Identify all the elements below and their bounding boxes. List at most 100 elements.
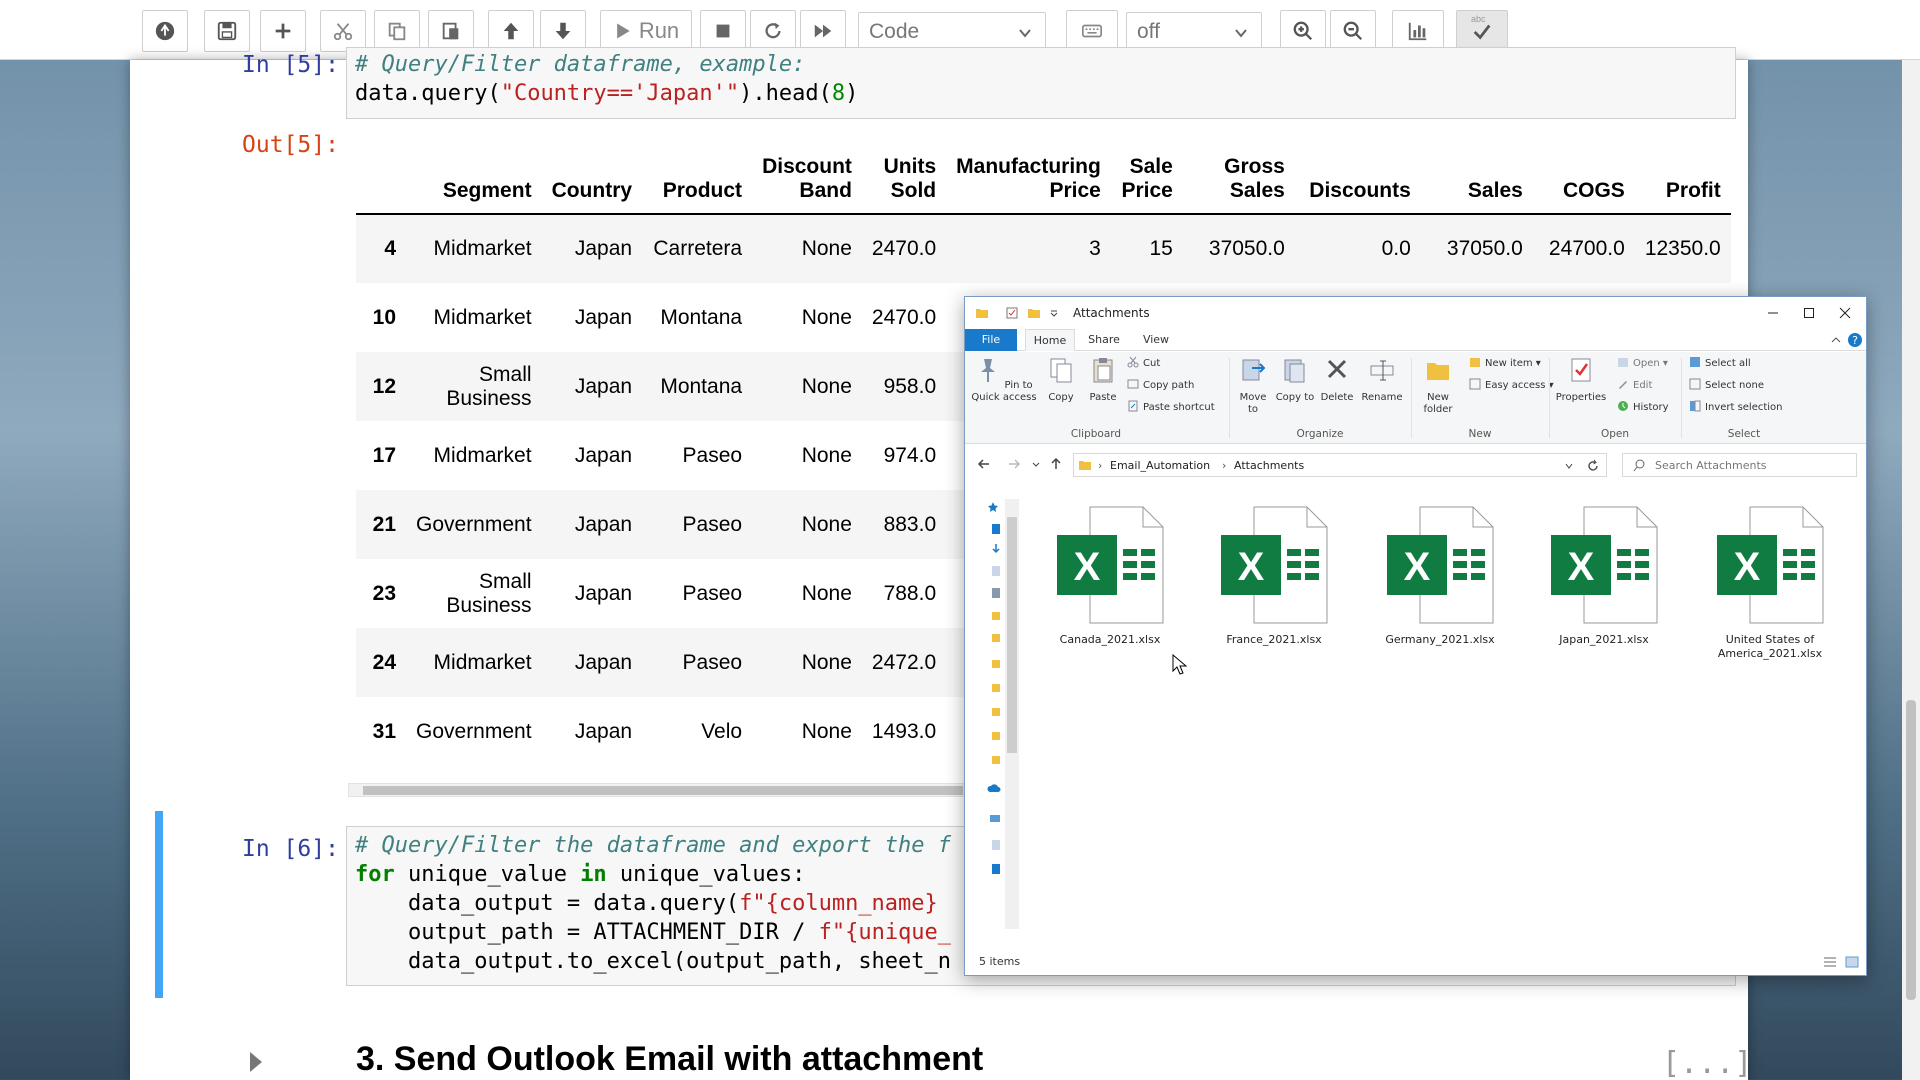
new-folder-button[interactable]: New folder	[1415, 356, 1461, 416]
chevron-up-icon[interactable]	[1831, 335, 1841, 345]
pin-quick-access-button[interactable]: Pin to Quick access	[969, 356, 1039, 404]
output-horizontal-scrollbar[interactable]	[348, 783, 968, 797]
column-header: Segment	[406, 155, 542, 214]
close-button[interactable]	[1827, 301, 1863, 325]
recent-locations-button[interactable]	[1031, 457, 1041, 475]
forward-button[interactable]	[1007, 457, 1021, 475]
page-scrollbar[interactable]	[1902, 60, 1920, 1080]
properties-quick-icon[interactable]	[1005, 306, 1019, 320]
zoom-in-button[interactable]	[1280, 10, 1326, 52]
customize-toolbar-icon[interactable]	[1049, 308, 1059, 318]
breadcrumb-email-automation[interactable]: Email_Automation	[1110, 459, 1210, 472]
search-input[interactable]: Search Attachments	[1622, 453, 1857, 477]
copy-path-button[interactable]: Copy path	[1127, 378, 1194, 394]
copy-icon	[388, 22, 406, 41]
move-to-button[interactable]: Move to	[1233, 356, 1273, 416]
downloads-icon[interactable]	[991, 543, 1001, 555]
insert-cell-button[interactable]	[260, 10, 306, 52]
cut-button[interactable]: Cut	[1127, 356, 1160, 372]
history-button[interactable]: History	[1617, 400, 1669, 416]
invert-selection-button[interactable]: Invert selection	[1689, 400, 1783, 416]
file-item[interactable]: X Japan_2021.xlsx	[1529, 505, 1679, 647]
output-scrollbar-thumb[interactable]	[363, 786, 963, 795]
quick-access-star-icon[interactable]	[987, 501, 999, 513]
cell-type-select[interactable]: Code	[858, 12, 1046, 52]
table-cell: Japan	[574, 443, 633, 467]
zoom-out-button[interactable]	[1330, 10, 1376, 52]
copy-cell-button[interactable]	[374, 10, 420, 52]
address-input[interactable]: › Email_Automation › Attachments	[1073, 453, 1607, 477]
collapse-heading-icon[interactable]	[250, 1052, 262, 1072]
file-item[interactable]: X Germany_2021.xlsx	[1365, 505, 1515, 647]
paste-shortcut-button[interactable]: Paste shortcut	[1127, 400, 1215, 416]
edit-label: Edit	[1633, 380, 1653, 391]
easy-access-button[interactable]: Easy access ▾	[1469, 378, 1554, 394]
nav-pane-scrollbar-thumb[interactable]	[1007, 517, 1017, 753]
maximize-button[interactable]	[1791, 301, 1827, 325]
navigation-pane[interactable]	[965, 487, 1020, 945]
new-folder-quick-icon[interactable]	[1027, 306, 1041, 320]
back-button[interactable]	[977, 457, 991, 475]
edit-button[interactable]: Edit	[1617, 378, 1652, 394]
help-icon[interactable]: ?	[1847, 332, 1863, 348]
open-button[interactable]: Open ▾	[1617, 356, 1668, 372]
folder-icon[interactable]	[991, 609, 1001, 621]
rename-button[interactable]: Rename	[1359, 356, 1405, 404]
file-item[interactable]: X United States of America_2021.xlsx	[1695, 505, 1845, 661]
onedrive-cloud-icon[interactable]	[987, 783, 1001, 793]
drive-icon[interactable]	[991, 863, 1001, 875]
this-pc-icon[interactable]	[989, 813, 1001, 825]
cut-cell-button[interactable]	[320, 10, 366, 52]
folder-icon[interactable]	[991, 753, 1001, 765]
folder-icon[interactable]	[991, 681, 1001, 693]
delete-button[interactable]: Delete	[1317, 356, 1357, 404]
command-palette-button[interactable]	[1066, 10, 1118, 52]
interrupt-kernel-button[interactable]	[700, 10, 746, 52]
paste-button[interactable]: Paste	[1083, 356, 1123, 404]
restart-run-all-button[interactable]	[800, 10, 846, 52]
copy-button[interactable]: Copy	[1041, 356, 1081, 404]
chart-button[interactable]	[1392, 10, 1444, 52]
tab-home[interactable]: Home	[1025, 329, 1075, 351]
tab-share[interactable]: Share	[1079, 329, 1129, 351]
select-none-button[interactable]: Select none	[1689, 378, 1764, 394]
up-button[interactable]	[1049, 457, 1063, 475]
collapsed-section-indicator[interactable]: [...]	[1662, 1046, 1752, 1080]
paste-cell-button[interactable]	[428, 10, 474, 52]
spellcheck-button[interactable]: abc	[1456, 10, 1508, 52]
move-cell-up-button[interactable]	[488, 10, 534, 52]
table-cell: None	[801, 305, 852, 329]
keymap-select[interactable]: off	[1126, 12, 1262, 52]
new-item-button[interactable]: New item ▾	[1469, 356, 1541, 372]
page-scrollbar-thumb[interactable]	[1906, 700, 1916, 1000]
folder-icon[interactable]	[991, 705, 1001, 717]
documents-icon[interactable]	[991, 565, 1001, 577]
minimize-button[interactable]	[1755, 301, 1791, 325]
save-checkpoint-button[interactable]	[142, 10, 188, 52]
select-all-button[interactable]: Select all	[1689, 356, 1751, 372]
run-button[interactable]: Run	[600, 10, 692, 52]
tab-view[interactable]: View	[1133, 329, 1179, 351]
tab-file[interactable]: File	[965, 329, 1017, 351]
window-titlebar[interactable]: Attachments	[965, 297, 1866, 329]
cell5-code-editor[interactable]: # Query/Filter dataframe, example: data.…	[346, 47, 1736, 119]
save-button[interactable]	[204, 10, 250, 52]
large-icons-view-icon[interactable]	[1845, 956, 1859, 968]
move-cell-down-button[interactable]	[540, 10, 586, 52]
plus-icon	[275, 23, 291, 39]
file-item[interactable]: X Canada_2021.xlsx	[1035, 505, 1185, 647]
refresh-icon[interactable]	[1586, 459, 1600, 473]
details-view-icon[interactable]	[1823, 956, 1837, 968]
chevron-down-icon[interactable]	[1564, 461, 1574, 471]
pictures-icon[interactable]	[991, 587, 1001, 599]
folder-icon[interactable]	[991, 631, 1001, 643]
folder-icon[interactable]	[991, 729, 1001, 741]
properties-button[interactable]: Properties	[1553, 356, 1609, 404]
folder-icon[interactable]	[991, 657, 1001, 669]
restart-kernel-button[interactable]	[750, 10, 796, 52]
desktop-icon[interactable]	[991, 523, 1001, 535]
network-icon[interactable]	[991, 839, 1001, 851]
copy-to-button[interactable]: Copy to	[1275, 356, 1315, 404]
file-item[interactable]: X France_2021.xlsx	[1199, 505, 1349, 647]
breadcrumb-attachments[interactable]: Attachments	[1234, 459, 1304, 472]
